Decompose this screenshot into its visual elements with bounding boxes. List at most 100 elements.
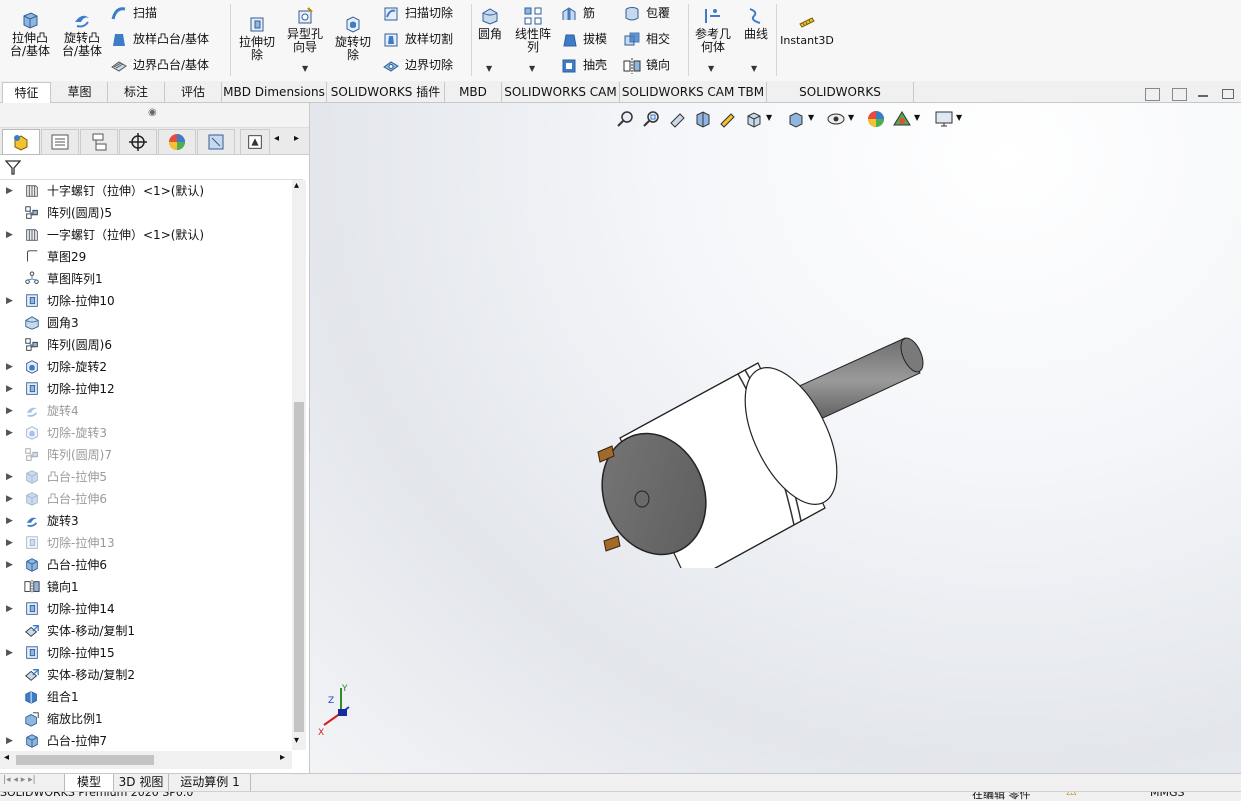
tab-solidworks-addins[interactable]: SOLIDWORKS 插件 <box>327 82 445 102</box>
tab-model[interactable]: 模型 <box>64 774 114 792</box>
tree-item[interactable]: ▶ 凸台-拉伸7 <box>0 730 292 750</box>
configuration-manager-tab[interactable] <box>80 129 118 155</box>
section-view-icon[interactable] <box>693 109 713 129</box>
loft-cut-button[interactable]: 放样切割 <box>382 29 453 49</box>
expand-arrow-icon[interactable]: ▶ <box>6 290 13 312</box>
rebuild-warning-icon[interactable]: ⚠ <box>1066 792 1077 798</box>
tree-item[interactable]: 圆角3 <box>0 312 292 334</box>
view-settings-dropdown-icon[interactable]: ▼ <box>956 113 962 122</box>
revolve-boss-button[interactable]: 旋转凸台/基体 <box>58 10 106 58</box>
restore-icon[interactable] <box>1222 89 1234 99</box>
scroll-thumb[interactable] <box>294 402 304 732</box>
tile-left-icon[interactable] <box>1145 88 1160 101</box>
view-settings-icon[interactable] <box>934 109 954 129</box>
boundary-cut-button[interactable]: 边界切除 <box>382 55 453 75</box>
sweep-cut-button[interactable]: 扫描切除 <box>382 3 453 23</box>
scroll-down-icon[interactable]: ▾ <box>294 735 299 746</box>
minimize-icon[interactable] <box>1198 95 1208 97</box>
expand-arrow-icon[interactable]: ▶ <box>6 400 13 422</box>
tab-motion-study[interactable]: 运动算例 1 <box>170 774 251 791</box>
view-orientation-icon[interactable] <box>744 109 764 129</box>
cam-feature-tab[interactable] <box>197 129 235 155</box>
expand-arrow-icon[interactable]: ▶ <box>6 510 13 532</box>
hide-show-dropdown-icon[interactable]: ▼ <box>848 113 854 122</box>
tab-nav-first-icon[interactable]: |◂ ◂ ▸ ▸| <box>3 775 36 785</box>
tab-sketch[interactable]: 草图 <box>52 82 108 102</box>
dynamic-annotation-icon[interactable] <box>718 109 738 129</box>
tab-markup[interactable]: 标注 <box>108 82 165 102</box>
loft-boss-button[interactable]: 放样凸台/基体 <box>110 29 209 49</box>
tree-item[interactable]: ▶ 凸台-拉伸5 <box>0 466 292 488</box>
expand-arrow-icon[interactable]: ▶ <box>6 356 13 378</box>
reference-geometry-dropdown-icon[interactable]: ▼ <box>708 64 714 73</box>
tree-item[interactable]: ▶ 一字螺钉（拉伸）<1>(默认) <box>0 224 292 246</box>
tree-item[interactable]: ▶ 切除-拉伸15 <box>0 642 292 664</box>
expand-arrow-icon[interactable]: ▶ <box>6 554 13 576</box>
wrap-button[interactable]: 包覆 <box>623 3 670 23</box>
tree-item[interactable]: ▶ 切除-旋转2 <box>0 356 292 378</box>
expand-arrow-icon[interactable]: ▶ <box>6 598 13 620</box>
hole-wizard-dropdown-icon[interactable]: ▼ <box>302 64 308 73</box>
intersect-button[interactable]: 相交 <box>623 29 670 49</box>
tab-solidworks-cam-tbm[interactable]: SOLIDWORKS CAM TBM <box>620 82 767 102</box>
hide-show-items-icon[interactable] <box>826 109 846 129</box>
tree-item[interactable]: ▶ 凸台-拉伸6 <box>0 488 292 510</box>
revolve-cut-button[interactable]: 旋转切除 <box>330 14 376 62</box>
expand-arrow-icon[interactable]: ▶ <box>6 466 13 488</box>
expand-arrow-icon[interactable]: ▶ <box>6 642 13 664</box>
filter-icon[interactable] <box>5 159 21 175</box>
expand-arrow-icon[interactable]: ▶ <box>6 422 13 444</box>
tile-right-icon[interactable] <box>1172 88 1187 101</box>
tree-item[interactable]: ▶ 切除-拉伸10 <box>0 290 292 312</box>
view-orientation-dropdown-icon[interactable]: ▼ <box>766 113 772 122</box>
motor-3d-model[interactable] <box>580 328 940 568</box>
tree-item[interactable]: ▶ 切除-拉伸12 <box>0 378 292 400</box>
draft-button[interactable]: 拔模 <box>560 29 607 49</box>
tree-item[interactable]: 草图阵列1 <box>0 268 292 290</box>
rib-button[interactable]: 筋 <box>560 3 595 23</box>
expand-arrow-icon[interactable]: ▶ <box>6 378 13 400</box>
tab-mbd-dimensions[interactable]: MBD Dimensions <box>222 82 327 102</box>
tree-item[interactable]: ▶ 切除-拉伸14 <box>0 598 292 620</box>
tree-vertical-scrollbar[interactable]: ▴ ▾ <box>292 180 306 750</box>
linear-pattern-button[interactable]: 线性阵列 <box>510 6 556 54</box>
display-style-icon[interactable] <box>786 109 806 129</box>
extrude-boss-button[interactable]: 拉伸凸台/基体 <box>6 10 54 58</box>
tab-solidworks-cam[interactable]: SOLIDWORKS CAM <box>502 82 620 102</box>
panel-splitter[interactable]: ◉ <box>0 103 309 128</box>
tree-item[interactable]: 阵列(圆周)6 <box>0 334 292 356</box>
instant3d-button[interactable]: Instant3D <box>780 12 834 47</box>
tab-scroll-right-icon[interactable]: ▸ <box>294 133 299 144</box>
tab-solidworks-inspection[interactable]: SOLIDWORKS Inspection <box>767 82 914 119</box>
tree-item[interactable]: 缩放比例1 <box>0 708 292 730</box>
curves-button[interactable]: 曲线 <box>738 6 774 41</box>
tree-item[interactable]: ▶ 凸台-拉伸6 <box>0 554 292 576</box>
apply-scene-dropdown-icon[interactable]: ▼ <box>914 113 920 122</box>
tree-item[interactable]: 阵列(圆周)7 <box>0 444 292 466</box>
tab-evaluate[interactable]: 评估 <box>165 82 222 102</box>
expand-arrow-icon[interactable]: ▶ <box>6 488 13 510</box>
tree-item[interactable]: ▶ 十字螺钉（拉伸）<1>(默认) <box>0 180 292 202</box>
tab-mbd[interactable]: MBD <box>445 82 502 102</box>
tree-item[interactable]: 镜向1 <box>0 576 292 598</box>
zoom-to-area-icon[interactable] <box>642 109 662 129</box>
feature-manager-tab[interactable] <box>2 129 40 155</box>
dimxpert-tab[interactable] <box>119 129 157 155</box>
tree-item[interactable]: ▶ 旋转3 <box>0 510 292 532</box>
hole-wizard-button[interactable]: 异型孔向导 <box>282 6 328 54</box>
display-manager-tab[interactable] <box>158 129 196 155</box>
fillet-dropdown-icon[interactable]: ▼ <box>486 64 492 73</box>
mirror-button[interactable]: 镜向 <box>623 55 670 75</box>
tree-item[interactable]: ▶ 旋转4 <box>0 400 292 422</box>
tree-item[interactable]: 实体-移动/复制1 <box>0 620 292 642</box>
tree-item[interactable]: 草图29 <box>0 246 292 268</box>
fillet-button[interactable]: 圆角 <box>474 6 506 41</box>
hscroll-thumb[interactable] <box>16 755 154 765</box>
tree-item[interactable]: 组合1 <box>0 686 292 708</box>
zoom-to-fit-icon[interactable] <box>616 109 636 129</box>
graphics-area[interactable]: ▼ ▼ ▼ ▼ ▼ Y Z X <box>310 103 1241 773</box>
scroll-up-icon[interactable]: ▴ <box>294 180 299 191</box>
reference-geometry-button[interactable]: 参考几何体 <box>690 6 736 54</box>
expand-arrow-icon[interactable]: ▶ <box>6 180 13 202</box>
curves-dropdown-icon[interactable]: ▼ <box>751 64 757 73</box>
